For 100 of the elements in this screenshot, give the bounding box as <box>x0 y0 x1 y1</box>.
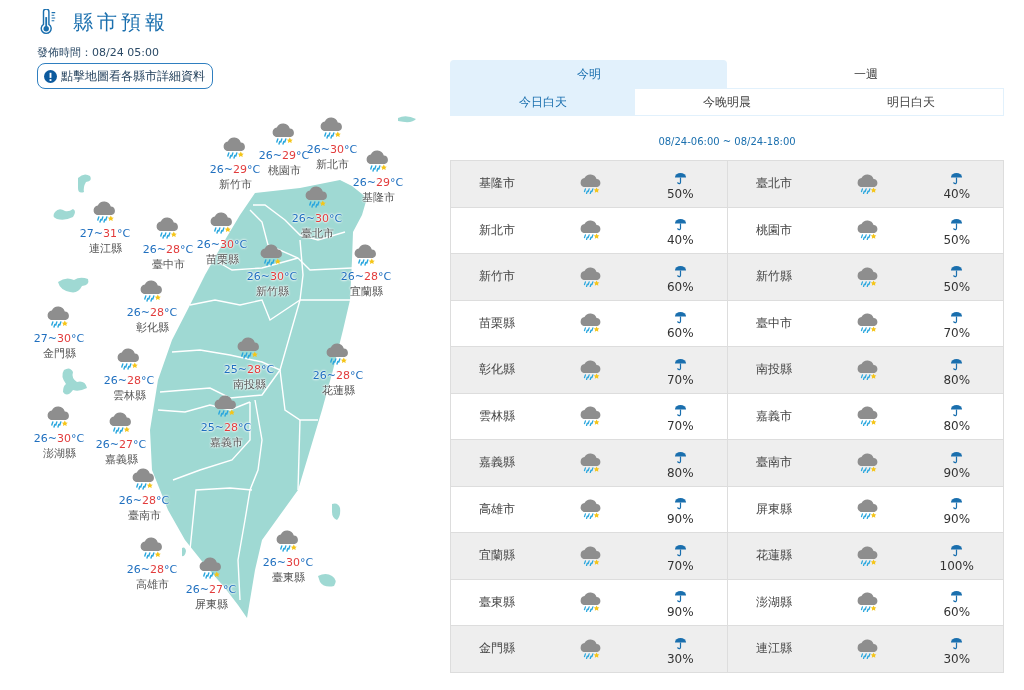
rain-chance: 70% <box>666 372 694 388</box>
temperature-range: 26~28°C <box>312 368 364 383</box>
table-cell-text: 新竹市 <box>479 268 516 286</box>
umbrella-icon <box>950 543 964 557</box>
rain-chance: 80% <box>943 419 971 435</box>
island-drawing <box>53 209 75 220</box>
table-cell-text: 花蓮縣 <box>755 547 793 565</box>
rain-chance: 30% <box>666 651 694 667</box>
issue-time: 發佈時間：08/24 05:00 <box>37 46 160 60</box>
table-cell-text: 苗栗縣 <box>479 314 516 332</box>
county-name: 連江縣 <box>88 241 122 256</box>
period-tab[interactable]: 今日白天 <box>451 89 635 115</box>
table-cell-text: 雲林縣 <box>479 407 516 425</box>
table-cell-text: 嘉義縣 <box>479 454 516 472</box>
umbrella-icon <box>950 497 964 511</box>
rain-chance: 50% <box>666 186 694 202</box>
county-name: 宜蘭縣 <box>349 284 383 299</box>
county-name: 桃園市 <box>267 163 301 178</box>
umbrella-icon <box>950 636 964 650</box>
umbrella-icon <box>950 171 964 185</box>
table-cell-text: 臺南市 <box>755 454 793 472</box>
rain-chance: 80% <box>666 465 694 481</box>
county-name: 新竹市 <box>218 177 252 192</box>
county-name: 基隆市 <box>361 190 395 205</box>
county-name: 臺中市 <box>151 257 185 272</box>
table-cell-text: 金門縣 <box>479 640 516 658</box>
rain-chance: 70% <box>666 419 694 435</box>
temperature-range: 26~28°C <box>126 305 178 320</box>
temperature-range: 26~27°C <box>185 582 237 597</box>
county-name: 高雄市 <box>135 577 169 592</box>
rain-chance: 70% <box>943 326 971 342</box>
period-range: 08/24-06:00 ~ 08/24-18:00 <box>657 136 797 149</box>
county-name: 新北市 <box>315 157 349 172</box>
umbrella-icon <box>950 590 964 604</box>
county-name: 屏東縣 <box>194 597 228 612</box>
county-name: 嘉義市 <box>209 435 243 450</box>
county-name: 嘉義縣 <box>104 452 138 467</box>
umbrella-icon <box>950 450 964 464</box>
umbrella-icon <box>950 264 964 278</box>
temperature-range: 26~28°C <box>142 242 194 257</box>
temperature-range: 26~27°C <box>95 437 147 452</box>
rain-chance: 50% <box>943 279 971 295</box>
temperature-range: 27~30°C <box>33 331 85 346</box>
umbrella-icon <box>673 450 687 464</box>
rain-chance: 90% <box>943 465 971 481</box>
table-cell-text: 新北市 <box>479 221 516 239</box>
county-name: 新竹縣 <box>255 284 289 299</box>
island-drawing <box>318 574 336 587</box>
rain-chance: 100% <box>939 558 974 574</box>
county-name: 花蓮縣 <box>321 383 355 398</box>
county-name: 臺南市 <box>127 508 161 523</box>
table-cell-text: 澎湖縣 <box>755 593 793 611</box>
rain-chance: 90% <box>666 512 694 528</box>
thermometer-icon <box>39 8 57 36</box>
table-cell-text: 南投縣 <box>755 361 793 379</box>
rain-chance: 30% <box>943 651 971 667</box>
temperature-range: 26~30°C <box>196 237 248 252</box>
island-drawing <box>332 503 341 520</box>
umbrella-icon <box>950 311 964 325</box>
county-name: 南投縣 <box>232 377 266 392</box>
county-name: 彰化縣 <box>135 320 169 335</box>
rain-chance: 70% <box>666 558 694 574</box>
county-name: 金門縣 <box>42 346 76 361</box>
umbrella-icon <box>673 497 687 511</box>
rain-chance: 50% <box>943 233 971 249</box>
tab[interactable]: 今明 <box>450 60 727 88</box>
table-cell-text: 臺東縣 <box>479 593 516 611</box>
table-cell-text: 彰化縣 <box>479 361 516 379</box>
rain-chance: 40% <box>943 186 971 202</box>
island-drawing <box>182 547 186 557</box>
table-cell-text: 基隆市 <box>479 175 516 193</box>
umbrella-icon <box>673 218 687 232</box>
county-name: 臺東縣 <box>271 570 305 585</box>
umbrella-icon <box>673 311 687 325</box>
table-cell-text: 嘉義市 <box>755 407 793 425</box>
umbrella-icon <box>950 357 964 371</box>
temperature-range: 26~29°C <box>209 162 261 177</box>
temperature-range: 26~28°C <box>126 562 178 577</box>
island-drawing <box>398 116 416 123</box>
umbrella-icon <box>673 171 687 185</box>
table-cell-text: 高雄市 <box>479 500 516 518</box>
island-drawing <box>62 368 87 395</box>
table-cell-text: 臺中市 <box>755 314 793 332</box>
county-name: 臺北市 <box>300 226 334 241</box>
island-drawing <box>78 174 91 193</box>
umbrella-icon <box>950 218 964 232</box>
island-drawing <box>58 277 89 293</box>
temperature-range: 26~30°C <box>246 269 298 284</box>
table-cell-text: 宜蘭縣 <box>479 547 516 565</box>
rain-chance: 60% <box>943 605 971 621</box>
map-hint-button[interactable]: 點擊地圖看各縣市詳細資料 <box>37 63 213 89</box>
table-cell-text: 新竹縣 <box>755 268 793 286</box>
temperature-range: 26~30°C <box>262 555 314 570</box>
temperature-range: 26~30°C <box>33 431 85 446</box>
temperature-range: 26~30°C <box>291 211 343 226</box>
temperature-range: 25~28°C <box>223 362 275 377</box>
page-title: 縣市預報 <box>73 8 169 36</box>
table-cell-text: 屏東縣 <box>755 500 793 518</box>
table-cell-text: 連江縣 <box>755 640 793 658</box>
temperature-range: 27~31°C <box>79 226 131 241</box>
